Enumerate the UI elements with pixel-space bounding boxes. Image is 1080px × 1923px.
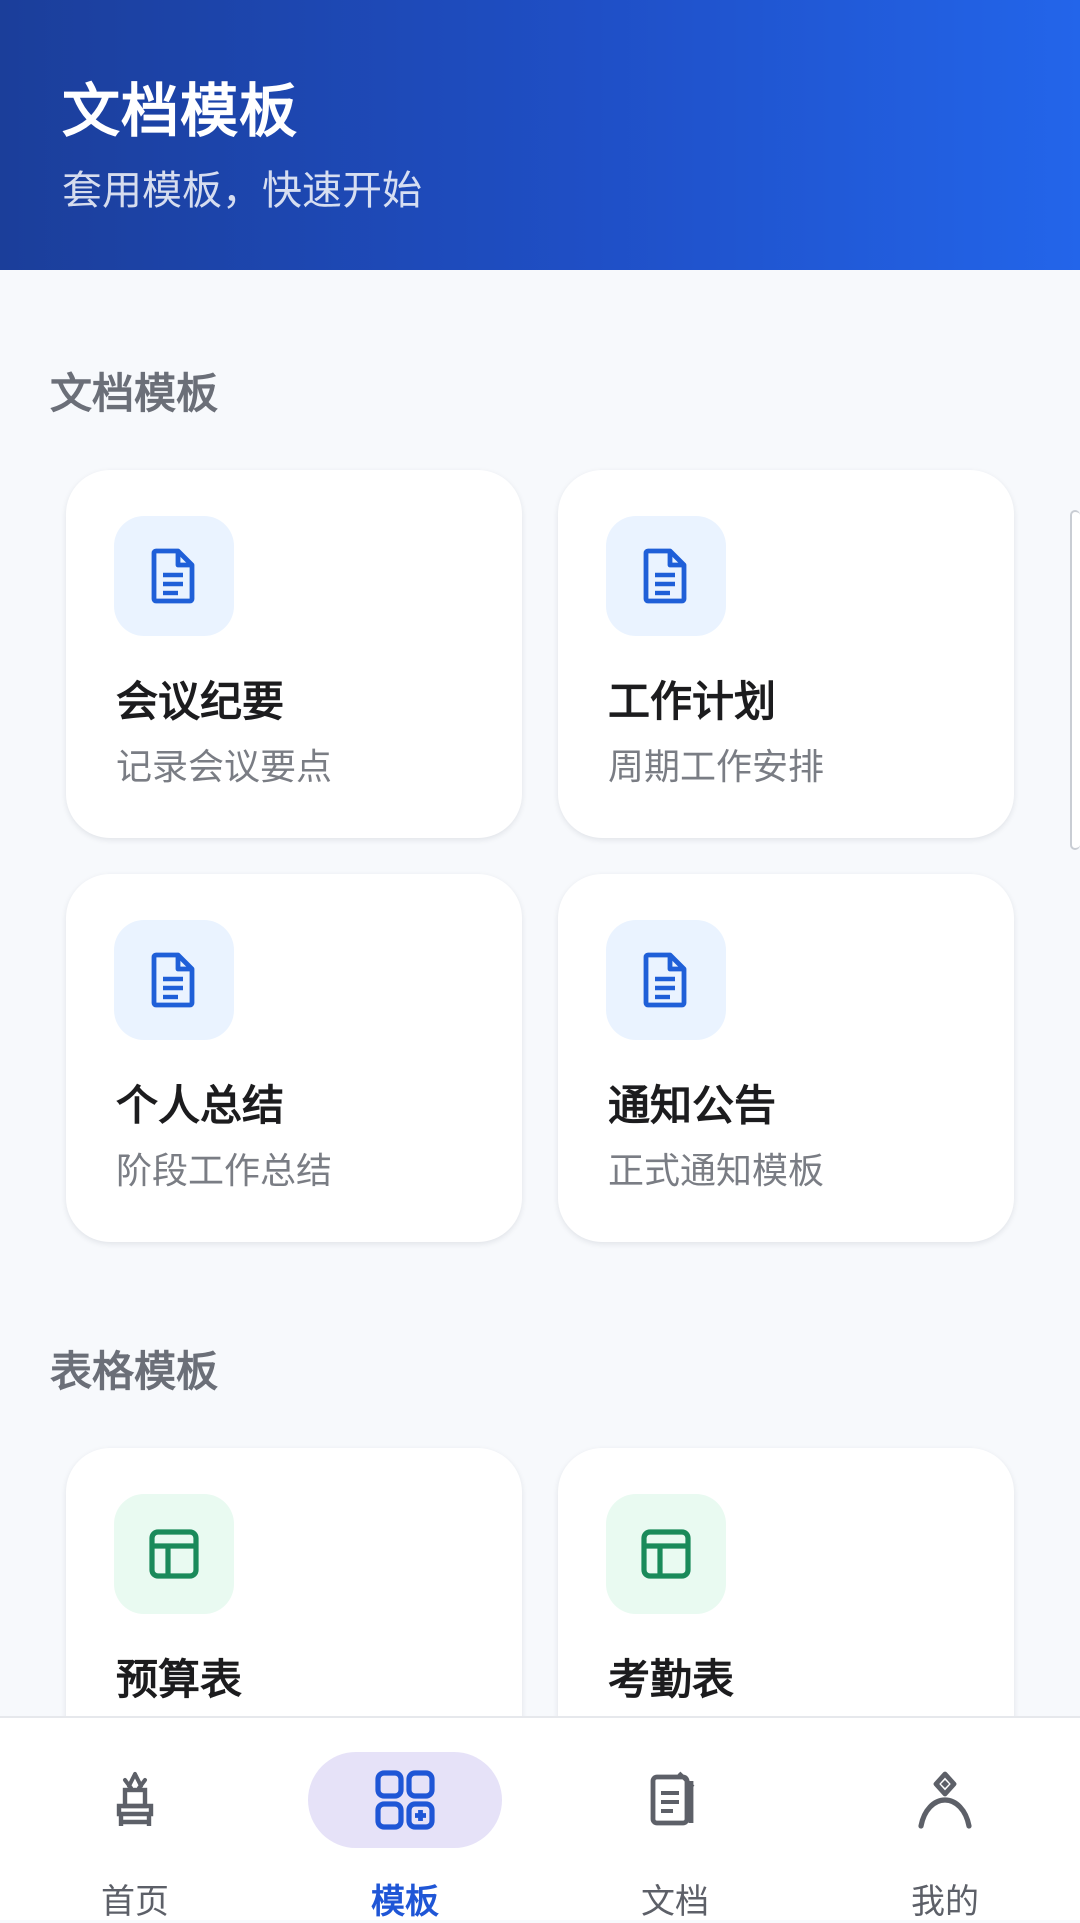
page-header: 文档模板 套用模板，快速开始: [0, 0, 1080, 270]
card-title: 工作计划: [608, 677, 777, 726]
nav-label: 模板: [371, 1882, 439, 1922]
profile-icon: [848, 1752, 1042, 1848]
table-icon: [114, 1494, 234, 1614]
nav-label: 首页: [101, 1882, 169, 1922]
nav-item-home[interactable]: 首页: [0, 1718, 270, 1922]
template-card-budget[interactable]: 预算表: [66, 1448, 522, 1716]
section-title-spreadsheets: 表格模板: [50, 1347, 219, 1396]
bottom-navigation: 首页 模板 文档 我的: [0, 1716, 1080, 1922]
card-description: 记录会议要点: [116, 747, 333, 788]
document-icon: [114, 516, 234, 636]
header-subtitle: 套用模板，快速开始: [62, 168, 422, 214]
nav-item-templates[interactable]: 模板: [270, 1718, 540, 1922]
section-title-documents: 文档模板: [50, 369, 219, 418]
nav-label: 我的: [911, 1882, 979, 1922]
scrollbar-thumb[interactable]: [1070, 510, 1080, 850]
template-card-personal-summary[interactable]: 个人总结 阶段工作总结: [66, 874, 522, 1242]
documents-icon: [578, 1752, 772, 1848]
table-icon: [606, 1494, 726, 1614]
nav-item-documents[interactable]: 文档: [540, 1718, 810, 1922]
template-card-notice[interactable]: 通知公告 正式通知模板: [558, 874, 1014, 1242]
card-description: 周期工作安排: [608, 747, 825, 788]
template-card-attendance[interactable]: 考勤表: [558, 1448, 1014, 1716]
home-icon: [38, 1752, 232, 1848]
card-description: 正式通知模板: [608, 1151, 825, 1192]
document-icon: [606, 516, 726, 636]
card-title: 预算表: [116, 1655, 243, 1704]
header-title: 文档模板: [62, 77, 299, 145]
template-card-meeting-minutes[interactable]: 会议纪要 记录会议要点: [66, 470, 522, 838]
nav-label: 文档: [641, 1882, 709, 1922]
document-icon: [114, 920, 234, 1040]
nav-item-profile[interactable]: 我的: [810, 1718, 1080, 1922]
document-icon: [606, 920, 726, 1040]
card-title: 个人总结: [116, 1081, 285, 1130]
card-title: 会议纪要: [116, 677, 285, 726]
card-title: 考勤表: [608, 1655, 735, 1704]
template-grid-icon: [308, 1752, 502, 1848]
template-card-work-plan[interactable]: 工作计划 周期工作安排: [558, 470, 1014, 838]
template-list[interactable]: 文档模板 会议纪要 记录会议要点 工作计划 周期工作安排 个人总结 阶段工作总结…: [0, 270, 1080, 1716]
card-title: 通知公告: [608, 1081, 777, 1130]
card-description: 阶段工作总结: [116, 1151, 333, 1192]
